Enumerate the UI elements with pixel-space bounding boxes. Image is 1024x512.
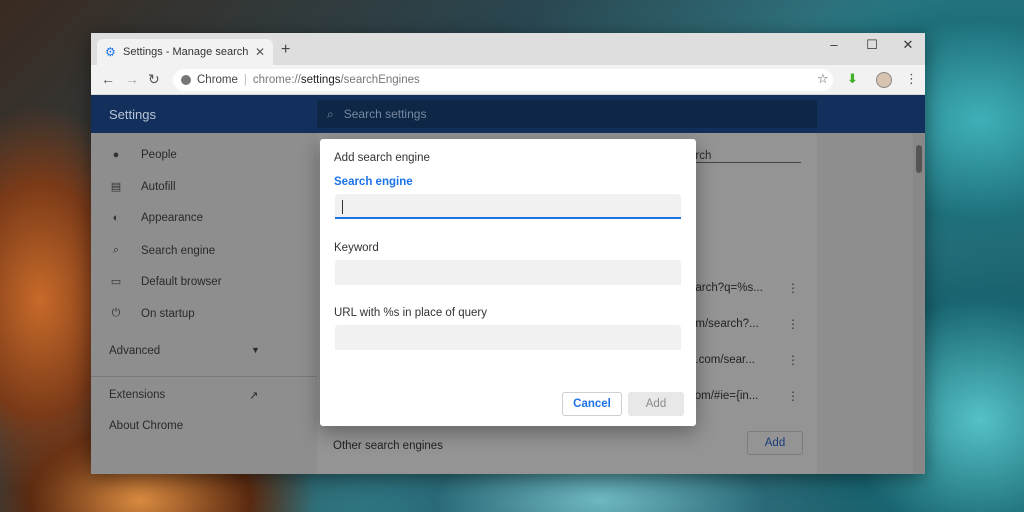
person-icon: ● [112,149,120,161]
menu-icon[interactable]: ⋮ [905,71,918,87]
omnibox-label: Chrome [197,74,238,86]
add-search-engine-dialog: Add search engine Search engine Keyword … [320,139,696,426]
page-title: Settings [109,107,156,122]
scrollbar[interactable] [913,133,925,474]
sidebar-item-on-startup[interactable]: ⏻ On startup [109,307,195,320]
search-placeholder: Search settings [343,107,427,121]
tab-title: Settings - Manage search engines [123,46,251,58]
sidebar-item-autofill[interactable]: ▤ Autofill [109,180,176,194]
search-engine-input[interactable] [335,194,681,219]
url-label: URL with %s in place of query [334,307,487,319]
chevron-down-icon: ▼ [251,345,260,355]
keyword-input[interactable] [335,260,681,285]
scroll-thumb[interactable] [916,145,922,173]
sidebar: ● People ▤ Autofill ◐ Appearance ⌕ Searc… [91,133,317,474]
close-icon[interactable]: ✕ [255,45,265,59]
other-engines-heading: Other search engines [333,440,443,452]
search-icon: ⌕ [327,106,334,121]
browser-toolbar: ← → ↻ Chrome | chrome://settings/searchE… [91,65,925,95]
search-engines-search[interactable]: arch [689,150,801,163]
download-arrow-icon[interactable]: ⬇ [847,71,858,87]
more-icon[interactable]: ⋮ [787,389,799,403]
search-engine-label: Search engine [334,176,413,188]
add-button[interactable]: Add [628,392,684,416]
power-icon: ⏻ [111,307,121,319]
cancel-button[interactable]: Cancel [562,392,622,416]
sidebar-about[interactable]: About Chrome [109,420,183,432]
keyword-label: Keyword [334,242,379,254]
maximize-button[interactable]: ☐ [855,37,889,53]
title-bar: ⚙ Settings - Manage search engines ✕ + –… [91,33,925,65]
window-close-button[interactable]: ✕ [891,37,925,53]
url-text: chrome://settings/searchEngines [252,74,420,86]
more-icon[interactable]: ⋮ [787,317,799,331]
settings-header: Settings ⌕ Search settings [91,95,925,133]
tab-settings[interactable]: ⚙ Settings - Manage search engines ✕ [97,39,273,65]
sidebar-divider [91,376,317,377]
minimize-button[interactable]: – [817,37,851,52]
sidebar-item-search-engine[interactable]: ⌕ Search engine [109,244,215,257]
sidebar-advanced[interactable]: Advanced ▼ [109,345,260,357]
profile-avatar[interactable] [876,72,892,88]
add-engine-button[interactable]: Add [747,431,803,455]
forward-button[interactable]: → [125,71,139,87]
address-bar[interactable]: Chrome | chrome://settings/searchEngines [173,69,833,91]
external-link-icon: ↗ [249,390,259,402]
browser-icon: ▭ [110,276,122,288]
engine-url-1: earch?q=%s... [689,282,763,294]
more-icon[interactable]: ⋮ [787,353,799,367]
engine-url-4: com/#ie={in... [689,390,759,402]
more-icon[interactable]: ⋮ [787,281,799,295]
engine-url-2: om/search?... [689,318,759,330]
reload-button[interactable]: ↻ [148,71,160,88]
engine-url-3: o.com/sear... [689,354,755,366]
chrome-icon [181,75,191,85]
palette-icon: ◐ [112,212,120,224]
back-button[interactable]: ← [101,71,115,87]
new-tab-button[interactable]: + [281,41,290,59]
sidebar-extensions[interactable]: Extensions ↗ [109,389,264,402]
sidebar-item-default-browser[interactable]: ▭ Default browser [109,275,222,289]
star-icon[interactable]: ☆ [817,71,829,87]
search-icon: ⌕ [112,244,120,256]
url-input[interactable] [335,325,681,350]
dialog-title: Add search engine [334,152,430,164]
sidebar-item-people[interactable]: ● People [109,149,177,161]
clipboard-icon: ▤ [110,181,122,193]
gear-icon: ⚙ [105,45,116,59]
text-caret [342,200,343,214]
sidebar-item-appearance[interactable]: ◐ Appearance [109,212,203,224]
search-input[interactable]: ⌕ Search settings [317,100,817,128]
